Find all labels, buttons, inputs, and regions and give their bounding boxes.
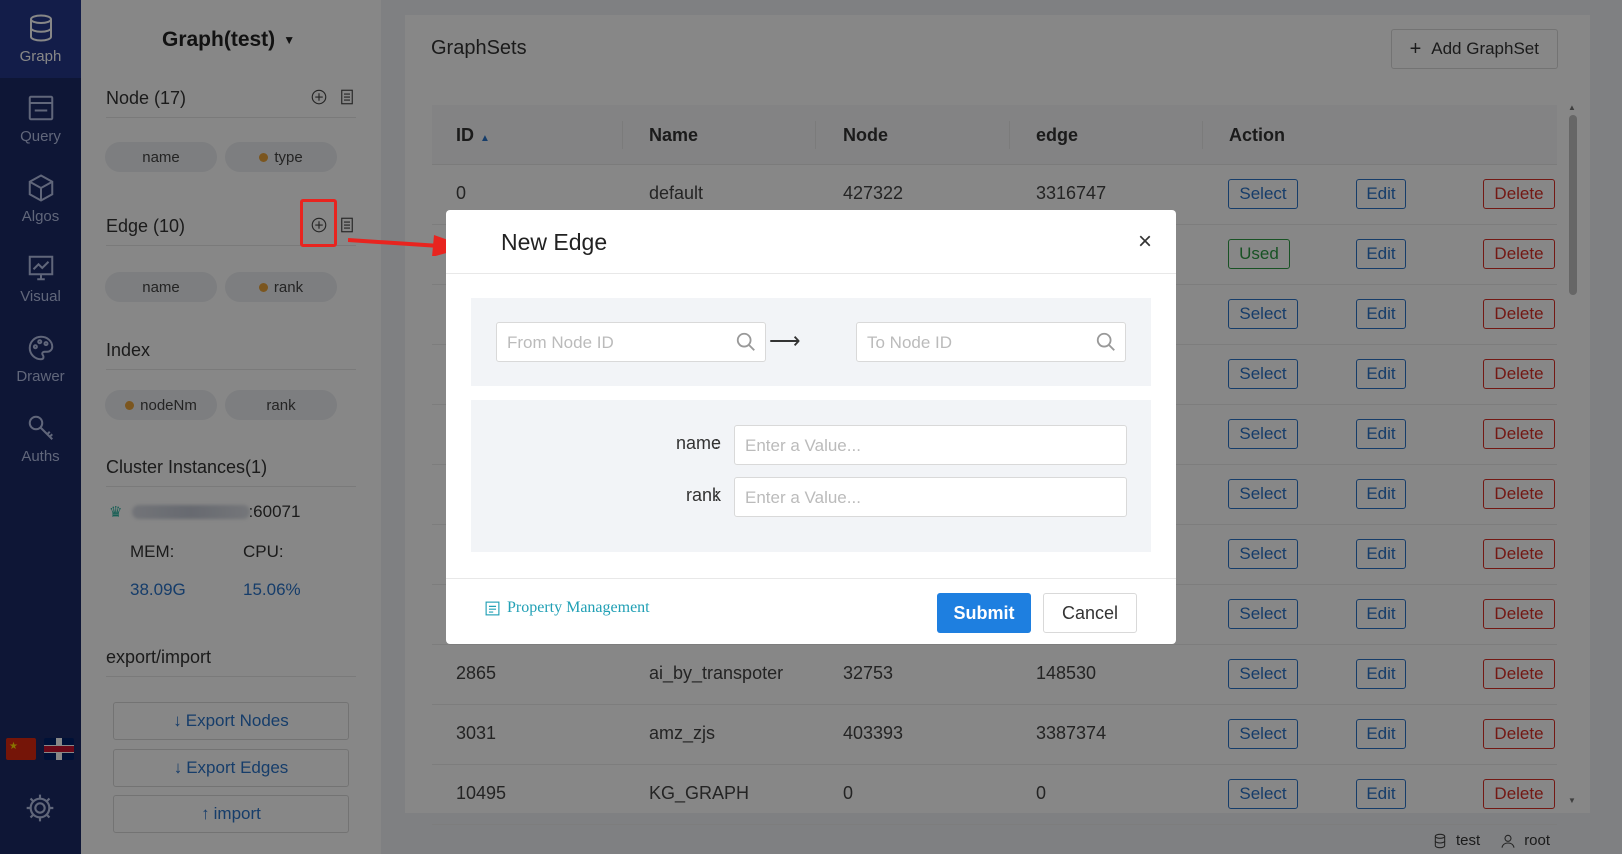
property-management-label: Property Management: [507, 599, 650, 616]
name-value-input[interactable]: Enter a Value...: [734, 425, 1127, 465]
cancel-button[interactable]: Cancel: [1043, 593, 1137, 633]
close-icon[interactable]: ×: [1138, 230, 1152, 254]
submit-button[interactable]: Submit: [937, 593, 1031, 633]
dialog-header: New Edge ×: [446, 210, 1176, 274]
edge-properties-form: name : Enter a Value... rank : Enter a V…: [471, 400, 1151, 552]
to-node-placeholder: To Node ID: [867, 333, 953, 352]
dialog-title: New Edge: [501, 229, 608, 255]
new-edge-dialog: New Edge × From Node ID ⟶ To Node ID nam…: [446, 210, 1176, 644]
edge-endpoints: From Node ID ⟶ To Node ID: [471, 298, 1151, 386]
annotation-highlight-box: [300, 199, 337, 247]
property-list-icon: [485, 601, 500, 615]
to-node-input[interactable]: To Node ID: [856, 322, 1126, 362]
search-icon[interactable]: [1095, 331, 1117, 353]
from-node-input[interactable]: From Node ID: [496, 322, 766, 362]
prop-colon: :: [714, 433, 720, 453]
property-management-link[interactable]: Property Management: [484, 599, 650, 617]
search-icon[interactable]: [735, 331, 757, 353]
rank-placeholder: Enter a Value...: [745, 488, 861, 507]
name-placeholder: Enter a Value...: [745, 436, 861, 455]
arrow-right-icon: ⟶: [769, 328, 801, 353]
dialog-footer: Property Management Submit Cancel: [446, 578, 1176, 644]
rank-value-input[interactable]: Enter a Value...: [734, 477, 1127, 517]
prop-colon: :: [714, 485, 720, 505]
from-node-placeholder: From Node ID: [507, 333, 614, 352]
